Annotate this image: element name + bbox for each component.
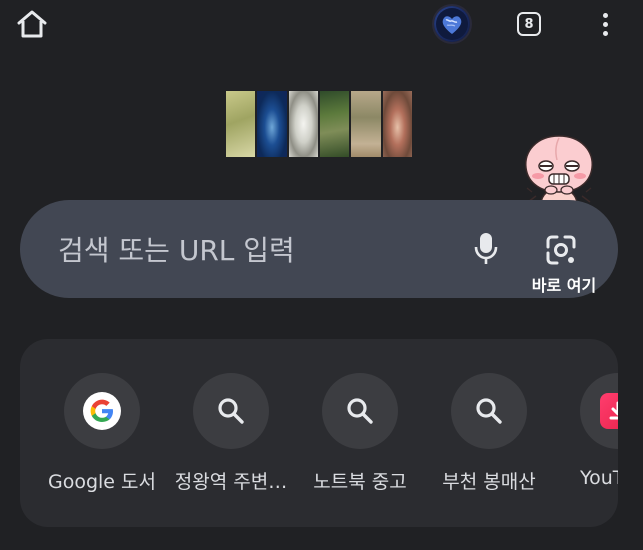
- doodle-letter-o: [257, 91, 287, 157]
- globe-heart-icon: [436, 8, 468, 40]
- google-lens-icon: [546, 235, 576, 265]
- search-icon: [218, 398, 244, 424]
- shortcut-search-bucheon[interactable]: 부천 봉매산: [427, 373, 551, 503]
- google-doodle[interactable]: [226, 91, 412, 157]
- shortcut-search-jeongwang[interactable]: 정왕역 주변…: [169, 373, 293, 503]
- tab-count: 8: [517, 12, 541, 36]
- youtube-download-icon: [600, 393, 618, 429]
- more-menu-button[interactable]: [590, 6, 620, 42]
- doodle-letter-g: [319, 91, 350, 157]
- more-vert-dot: [602, 21, 608, 27]
- google-g-icon: [83, 392, 121, 430]
- shortcut-icon-circle: [193, 373, 269, 449]
- account-avatar[interactable]: [434, 6, 470, 42]
- tab-switcher-button[interactable]: 8: [513, 8, 545, 40]
- omnibox-search-bar[interactable]: 검색 또는 URL 입력 바로 여기: [20, 200, 618, 298]
- search-placeholder: 검색 또는 URL 입력: [58, 234, 295, 267]
- home-icon: [17, 10, 47, 38]
- shortcut-label: 부천 봉매산: [442, 471, 536, 493]
- shortcut-google-books[interactable]: Google 도서: [40, 373, 164, 503]
- shortcut-label: Google 도서: [47, 471, 156, 493]
- shortcut-icon-circle: [322, 373, 398, 449]
- shortcut-label: 노트북 중고: [313, 471, 407, 493]
- shortcut-icon-circle: [580, 373, 618, 449]
- shortcut-youtube[interactable]: YouTu: [556, 373, 618, 503]
- most-visited-shortcuts: Google 도서 정왕역 주변… 노트북 중고 부천 봉매산 You: [20, 339, 618, 527]
- doodle-letter-l: [351, 91, 381, 157]
- google-lens-button[interactable]: [539, 228, 583, 272]
- more-vert-dot: [602, 30, 608, 36]
- lens-promo-label: 바로 여기: [531, 276, 597, 295]
- search-icon: [347, 398, 373, 424]
- home-button[interactable]: [14, 6, 50, 42]
- search-icon: [476, 398, 502, 424]
- shortcut-icon-circle: [451, 373, 527, 449]
- shortcut-search-laptop[interactable]: 노트북 중고: [298, 373, 422, 503]
- more-vert-icon: [602, 12, 608, 18]
- top-toolbar: 8: [0, 0, 643, 48]
- shortcut-icon-circle: [64, 373, 140, 449]
- doodle-letter-o: [288, 91, 318, 157]
- shortcut-label: 정왕역 주변…: [174, 471, 288, 493]
- doodle-letter-e: [382, 91, 412, 157]
- shortcut-label: YouTu: [580, 467, 618, 489]
- mic-icon: [474, 233, 498, 264]
- doodle-letter-g: [226, 91, 256, 157]
- voice-search-button[interactable]: [466, 228, 506, 268]
